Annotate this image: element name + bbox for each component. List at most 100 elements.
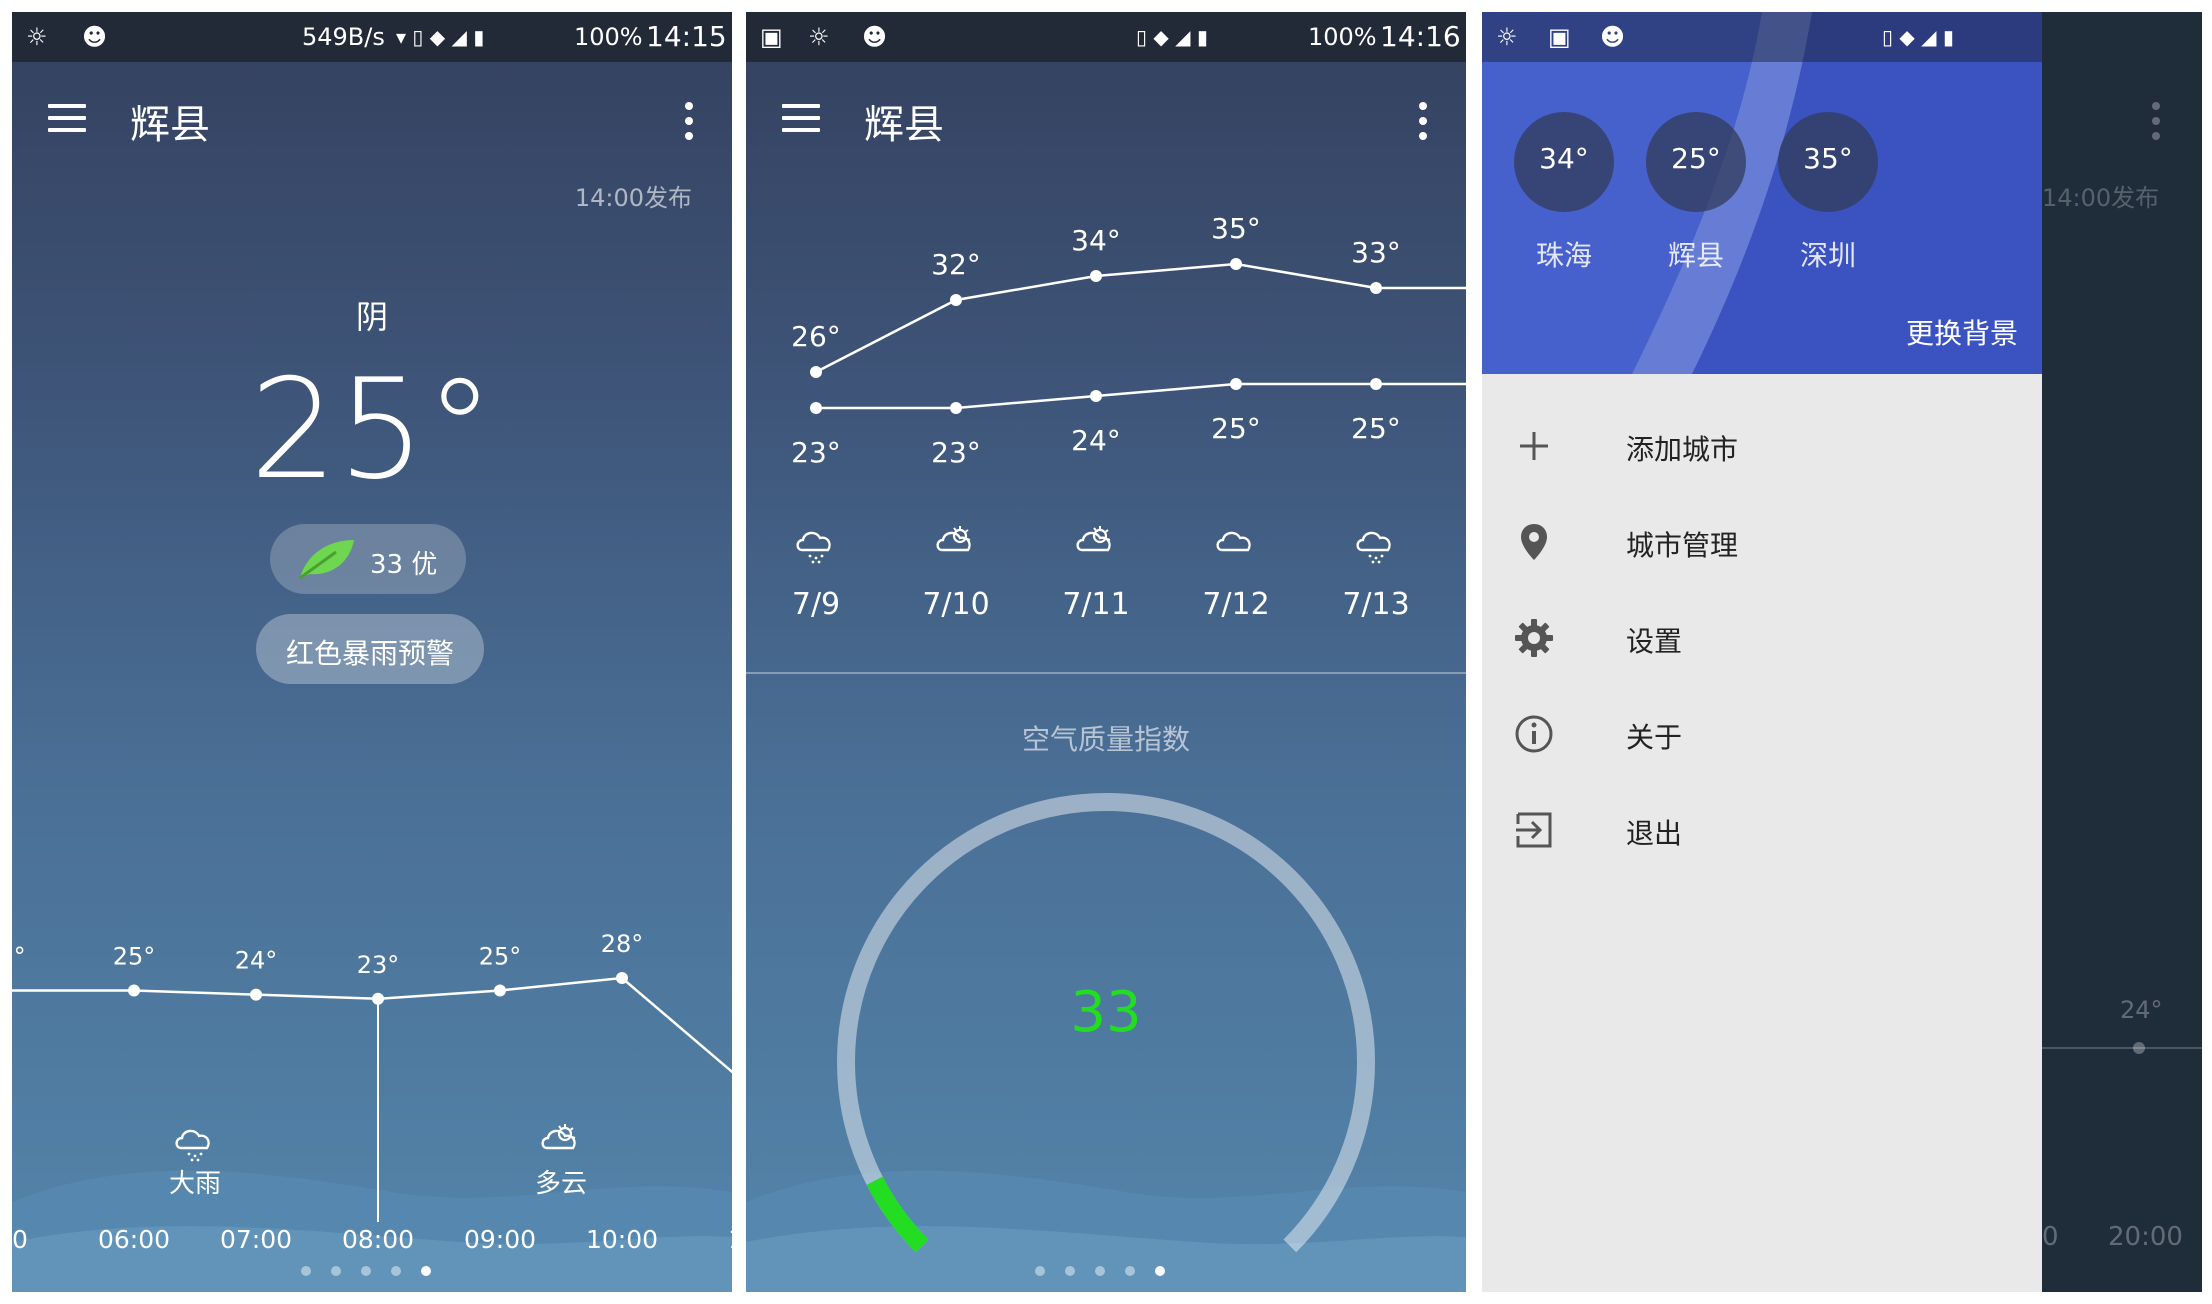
- menu-label: 关于: [1626, 721, 1683, 754]
- status-bar-right: [1996, 62, 2026, 82]
- clock: 14:15: [646, 20, 727, 53]
- menu-label: 城市管理: [1626, 529, 1739, 562]
- high-temp-point: [810, 366, 822, 378]
- alert-button[interactable]: 红色暴雨预警: [256, 614, 484, 684]
- temperature-label: 24°: [235, 947, 278, 975]
- low-temp-point: [950, 402, 962, 414]
- temperature-label: 28°: [601, 930, 644, 958]
- city-chip-shenzhen[interactable]: 35°: [1778, 112, 1878, 212]
- hour-label: 09:00: [464, 1225, 536, 1252]
- publish-time: 14:00发布: [574, 184, 692, 212]
- location-pin-icon: [1521, 524, 1547, 560]
- page-dot[interactable]: [1125, 1266, 1135, 1276]
- aqi-badge[interactable]: 33 优: [270, 524, 466, 594]
- high-temp-label: 35°: [1211, 212, 1261, 245]
- page-dot[interactable]: [1155, 1266, 1165, 1276]
- temperature-point: [250, 988, 262, 1001]
- page-dot[interactable]: [1095, 1266, 1105, 1276]
- rain-icon: [1356, 531, 1391, 564]
- hourly-time-partial: 0: [2042, 1222, 2059, 1252]
- low-temp-label: 25°: [1211, 412, 1261, 445]
- hourly-temperature-chart: 5°25°24°23°25°28°3(0006:0007:0008:0009:0…: [12, 930, 732, 1252]
- signal-icons: ▯ ◆ ◢ ▮: [1882, 25, 1954, 49]
- page-dot[interactable]: [1035, 1266, 1045, 1276]
- rain-icon: [796, 531, 831, 564]
- low-temp-point: [1230, 378, 1242, 390]
- city-temp: 34°: [1539, 142, 1589, 175]
- temperature-point: [616, 972, 628, 984]
- more-options-icon[interactable]: [685, 102, 695, 140]
- city-name: 辉县: [1667, 239, 1724, 272]
- menu-settings[interactable]: 设置: [1482, 594, 2042, 684]
- plus-icon: [1520, 432, 1548, 460]
- city-name: 深圳: [1799, 239, 1856, 272]
- menu-label: 添加城市: [1626, 433, 1739, 466]
- weather-label: 多云: [535, 1169, 587, 1199]
- page-dot[interactable]: [331, 1266, 341, 1276]
- partly-cloudy-icon: [541, 1124, 576, 1150]
- temperature-label: 5°: [12, 942, 26, 970]
- hour-label: 11: [728, 1225, 732, 1252]
- temperature-point: [128, 984, 140, 997]
- status-bar: ☼ ☻ 549B/s ▾ ▯ ◆ ◢ ▮ 100% 14:15: [12, 12, 732, 62]
- menu-city-management[interactable]: 城市管理: [1482, 498, 2042, 588]
- android-icon: ☻: [862, 23, 888, 51]
- low-temp-point: [1090, 390, 1102, 402]
- screen-current-weather: ☼ ☻ 549B/s ▾ ▯ ◆ ◢ ▮ 100% 14:15 辉县 14:00…: [12, 12, 732, 1292]
- screen-navigation-drawer: 14:00发布 24° 20:00 0 ☼ ▣ ☻ ▯ ◆ ◢ ▮ 34° 25…: [1482, 12, 2202, 1292]
- page-dot[interactable]: [421, 1266, 431, 1276]
- menu-about[interactable]: 关于: [1482, 690, 2042, 780]
- dimmed-content[interactable]: 14:00发布 24° 20:00 0: [2042, 12, 2202, 1292]
- current-temperature: 25°: [249, 349, 495, 510]
- high-temperature-line: [815, 262, 1466, 374]
- menu-exit[interactable]: 退出: [1482, 786, 2042, 876]
- low-temp-label: 23°: [791, 436, 841, 469]
- aqi-gauge-value: 33: [1070, 980, 1142, 1045]
- temperature-point: [494, 984, 506, 997]
- divider: [746, 672, 1466, 674]
- change-background-button[interactable]: 更换背景: [1906, 312, 2018, 352]
- signal-icons: ▾ ▯ ◆ ◢ ▮: [396, 25, 485, 49]
- date-label: 7/12: [1202, 587, 1269, 622]
- low-temp-label: 25°: [1351, 412, 1401, 445]
- menu-icon[interactable]: [48, 104, 86, 132]
- battery-percent: 100%: [574, 23, 643, 51]
- image-icon: ▣: [760, 23, 783, 51]
- low-temp-label: 23°: [931, 436, 981, 469]
- gear-icon: [1515, 619, 1553, 657]
- high-temp-point: [950, 294, 962, 306]
- brightness-icon: ☼: [808, 23, 830, 51]
- more-options-icon[interactable]: [1419, 102, 1429, 140]
- exit-icon: [1516, 812, 1552, 848]
- city-temp: 35°: [1803, 142, 1853, 175]
- signal-icons: ▯ ◆ ◢ ▮: [1136, 25, 1208, 49]
- info-icon: [1515, 715, 1553, 753]
- hour-label: 08:00: [342, 1225, 414, 1252]
- menu-add-city[interactable]: 添加城市: [1482, 402, 2042, 492]
- temperature-label: 23°: [357, 951, 400, 979]
- page-dot[interactable]: [1065, 1266, 1075, 1276]
- hourly-temp: 24°: [2120, 996, 2163, 1024]
- high-temp-label: 33°: [1351, 236, 1401, 269]
- menu-icon[interactable]: [782, 104, 820, 132]
- date-label: 7/11: [1062, 587, 1129, 622]
- page-dot[interactable]: [391, 1266, 401, 1276]
- city-chip-huixian[interactable]: 25°: [1646, 112, 1746, 212]
- page-dot[interactable]: [361, 1266, 371, 1276]
- leaf-icon: [299, 540, 354, 580]
- menu-label: 退出: [1626, 817, 1683, 850]
- status-bar: ☼ ▣ ☻ ▯ ◆ ◢ ▮: [1482, 12, 2042, 62]
- network-speed: 549B/s: [302, 23, 385, 51]
- page-dot[interactable]: [301, 1266, 311, 1276]
- more-options-icon: [2152, 102, 2162, 140]
- hour-label: 07:00: [220, 1225, 292, 1252]
- screen-forecast: ▣ ☼ ☻ ▯ ◆ ◢ ▮ 100% 14:16 辉县 26° 32° 34° 35°…: [746, 12, 1466, 1292]
- chart-line: [2042, 1047, 2202, 1049]
- temperature-label: 25°: [479, 942, 522, 970]
- clock: 14:16: [1380, 20, 1461, 53]
- date-label: 7/10: [922, 587, 989, 622]
- hour-label: 00: [12, 1225, 28, 1252]
- hour-label: 10:00: [586, 1225, 658, 1252]
- android-icon: ☻: [82, 23, 108, 51]
- city-chip-zhuhai[interactable]: 34°: [1514, 112, 1614, 212]
